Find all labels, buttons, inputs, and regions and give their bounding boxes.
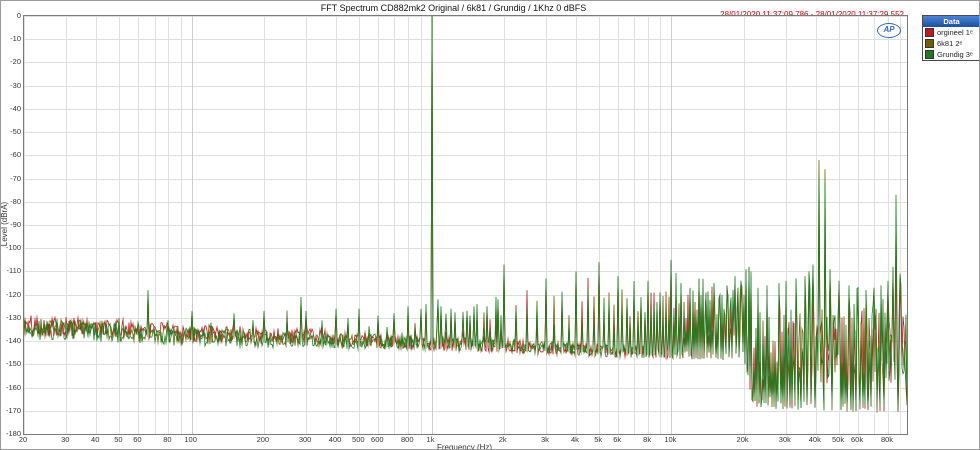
legend-rows: orgineel 1ᵉ 6k81 2ᵉ Grundig 3ᵉ <box>923 27 979 60</box>
legend-panel: Data orgineel 1ᵉ 6k81 2ᵉ Grundig 3ᵉ <box>922 15 979 61</box>
plot-area: AP <box>23 15 908 435</box>
legend-item[interactable]: 6k81 2ᵉ <box>923 38 979 49</box>
y-tick-label: -150 <box>5 359 21 369</box>
legend-item[interactable]: Grundig 3ᵉ <box>923 49 979 60</box>
y-tick-label: -160 <box>5 382 21 392</box>
legend-header: Data <box>923 16 979 27</box>
ap-logo-icon: AP <box>877 23 901 38</box>
legend-color-swatch <box>925 28 934 37</box>
y-tick-label: -100 <box>5 243 21 253</box>
y-tick-label: -50 <box>10 127 21 137</box>
spectrum-canvas <box>24 16 907 434</box>
y-tick-label: -120 <box>5 289 21 299</box>
y-tick-label: -20 <box>10 57 21 67</box>
y-tick-label: -170 <box>5 405 21 415</box>
x-axis-title: Frequency (Hz) <box>436 443 493 450</box>
y-tick-label: -80 <box>10 196 21 206</box>
y-tick-label: -140 <box>5 336 21 346</box>
y-tick-label: -70 <box>10 173 21 183</box>
legend-color-swatch <box>925 39 934 48</box>
legend-item-label: 6k81 2ᵉ <box>937 39 963 48</box>
legend-item-label: Grundig 3ᵉ <box>937 50 973 59</box>
y-tick-label: -130 <box>5 312 21 322</box>
fft-spectrum-window: FFT Spectrum CD882mk2 Original / 6k81 / … <box>0 0 980 450</box>
legend-item-label: orgineel 1ᵉ <box>937 28 973 37</box>
legend-item[interactable]: orgineel 1ᵉ <box>923 27 979 38</box>
legend-color-swatch <box>925 50 934 59</box>
y-tick-label: -110 <box>6 266 21 276</box>
y-tick-label: -90 <box>10 220 21 229</box>
y-tick-label: -40 <box>10 103 21 113</box>
y-tick-label: 0 <box>16 11 21 20</box>
ap-logo-text: AP <box>883 25 895 34</box>
y-tick-label: -30 <box>10 80 21 90</box>
y-tick-label: -60 <box>10 150 21 160</box>
y-tick-label: -10 <box>10 34 21 44</box>
